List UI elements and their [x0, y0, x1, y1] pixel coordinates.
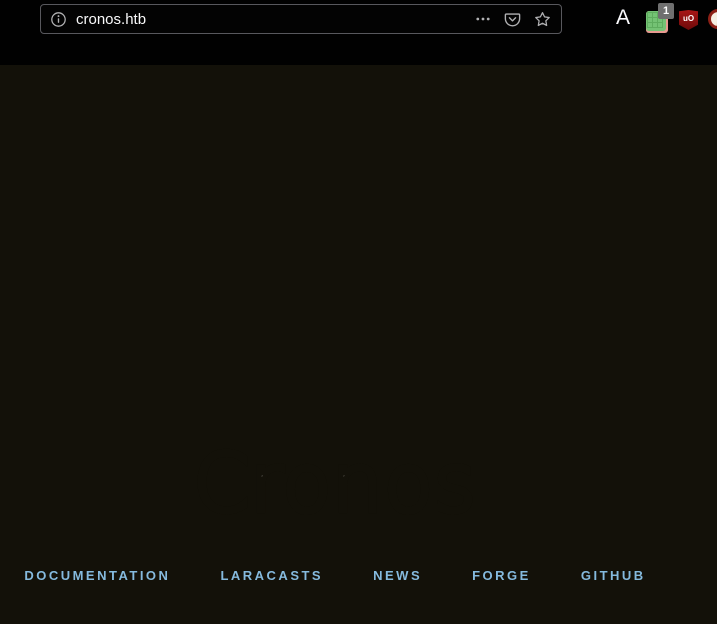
urlbar-actions	[475, 11, 561, 28]
page-viewport: Cronos DOCUMENTATION LARACASTS NEWS FORG…	[0, 65, 717, 624]
page-actions-icon[interactable]	[475, 11, 491, 27]
browser-window: cronos.htb	[0, 0, 717, 624]
link-documentation[interactable]: DOCUMENTATION	[24, 568, 170, 583]
extension-a-icon[interactable]: A	[613, 6, 633, 30]
url-bar[interactable]: cronos.htb	[40, 4, 562, 34]
ublock-label: uO	[679, 14, 698, 23]
link-laracasts[interactable]: LARACASTS	[220, 568, 323, 583]
link-github[interactable]: GITHUB	[581, 568, 646, 583]
nav-links: DOCUMENTATION LARACASTS NEWS FORGE GITHU…	[0, 568, 670, 583]
clipped-extension-icon[interactable]	[708, 9, 717, 29]
extension-badge: 1	[658, 3, 674, 19]
ublock-origin-icon[interactable]: uO	[679, 10, 698, 30]
page-title: Cronos	[0, 444, 670, 524]
site-info-icon[interactable]	[50, 11, 67, 28]
bookmark-star-icon[interactable]	[534, 11, 551, 28]
url-text[interactable]: cronos.htb	[76, 11, 146, 28]
link-forge[interactable]: FORGE	[472, 568, 531, 583]
page-content: Cronos DOCUMENTATION LARACASTS NEWS FORG…	[0, 65, 670, 624]
pocket-icon[interactable]	[504, 11, 521, 28]
browser-toolbar: cronos.htb	[0, 0, 717, 65]
link-news[interactable]: NEWS	[373, 568, 422, 583]
